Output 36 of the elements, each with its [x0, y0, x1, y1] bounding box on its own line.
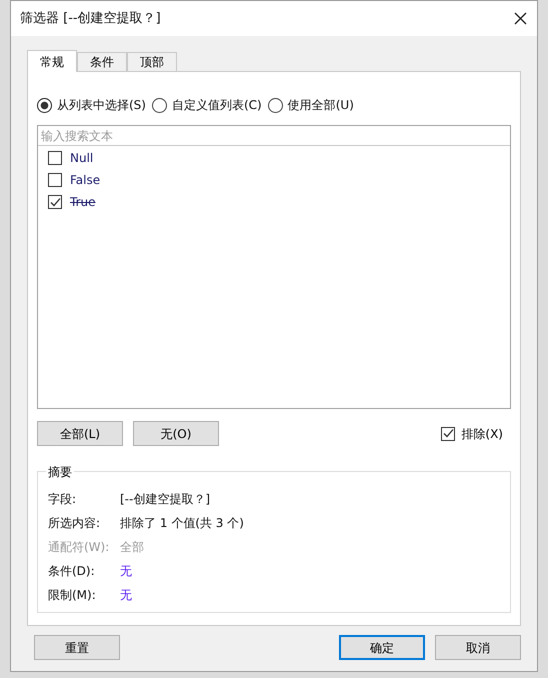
checkbox[interactable]: [48, 151, 62, 165]
summary-value: 全部: [120, 538, 144, 556]
radio-label: 从列表中选择(S): [57, 97, 146, 114]
exclude-label: 排除(X): [461, 426, 503, 442]
radio-label: 自定义值列表(C): [172, 97, 262, 114]
radio-button[interactable]: [37, 98, 52, 112]
exclude-checkbox[interactable]: [441, 426, 456, 440]
group-title: 摘要: [46, 463, 74, 481]
radio-button[interactable]: [268, 98, 283, 112]
value-label: False: [70, 172, 100, 189]
tab[interactable]: 常规: [27, 50, 77, 72]
value-label: True: [70, 194, 96, 211]
list-button[interactable]: 全部(L): [37, 421, 123, 446]
summary-label: 限制(M):: [48, 586, 97, 604]
summary-label: 字段:: [48, 490, 78, 508]
cancel-button[interactable]: 取消: [435, 635, 521, 660]
ok-button[interactable]: 确定: [339, 635, 425, 660]
value-label: Null: [70, 150, 94, 167]
radio-button[interactable]: [152, 98, 167, 112]
window-title: 筛选器 [--创建空提取？]: [20, 10, 161, 28]
list-button[interactable]: 无(O): [133, 421, 219, 446]
radio-label: 使用全部(U): [288, 97, 354, 114]
tab[interactable]: 顶部: [127, 52, 177, 71]
summary-value: 排除了 1 个值(共 3 个): [120, 514, 244, 532]
summary-label: 所选内容:: [48, 514, 102, 532]
close-icon[interactable]: [514, 12, 527, 25]
summary-value: [--创建空提取？]: [120, 490, 210, 508]
tab[interactable]: 条件: [77, 52, 127, 71]
summary-link[interactable]: 无: [120, 586, 132, 604]
checkbox[interactable]: [48, 173, 62, 187]
summary-label: 通配符(W):: [48, 538, 110, 556]
summary-link[interactable]: 无: [120, 562, 132, 580]
reset-button[interactable]: 重置: [34, 635, 120, 660]
checkbox[interactable]: [48, 195, 62, 209]
search-field[interactable]: 输入搜索文本: [38, 126, 510, 146]
summary-label: 条件(D):: [48, 562, 96, 580]
